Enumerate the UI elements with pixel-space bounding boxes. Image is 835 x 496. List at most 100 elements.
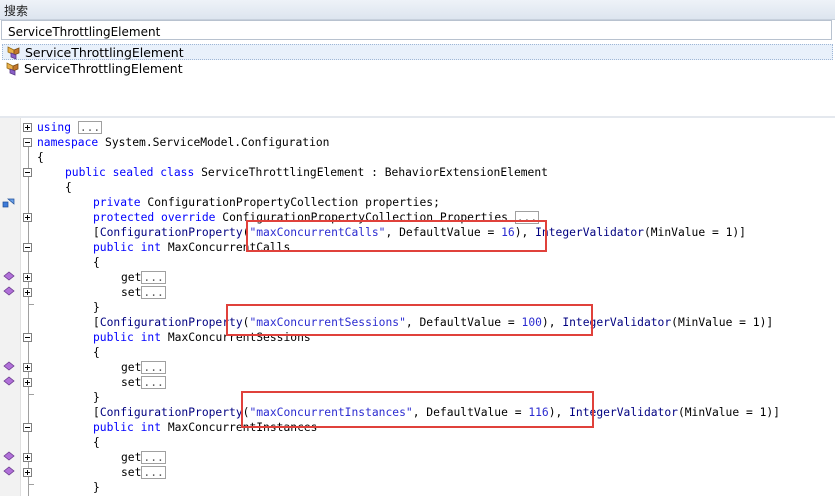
namespace-name: System.ServiceModel.Configuration <box>105 136 330 149</box>
code-line-getter: get... <box>121 450 166 465</box>
property-icon <box>3 466 15 476</box>
search-results-list: ServiceThrottlingElement ServiceThrottli… <box>0 41 835 117</box>
code-line-brace: { <box>37 151 44 164</box>
expand-icon[interactable] <box>23 213 32 222</box>
search-result-label: ServiceThrottlingElement <box>24 61 183 76</box>
code-line-getter: get... <box>121 360 166 375</box>
expand-icon[interactable] <box>23 363 32 372</box>
keyword: int <box>140 421 162 434</box>
expand-icon[interactable] <box>23 453 32 462</box>
property-icon <box>3 361 15 371</box>
property-icon <box>3 451 15 461</box>
property-icon <box>3 271 15 281</box>
outline-guide <box>28 147 30 496</box>
collapsed-region[interactable]: ... <box>141 271 166 284</box>
code-line-field: private ConfigurationPropertyCollection … <box>93 195 440 210</box>
keyword: override <box>161 211 216 224</box>
collapsed-region[interactable]: ... <box>141 286 166 299</box>
code-line-brace: } <box>93 391 100 404</box>
collapsed-region[interactable]: ... <box>141 466 166 479</box>
collapse-icon[interactable] <box>23 423 32 432</box>
collapsed-region[interactable]: ... <box>77 121 103 134</box>
highlight-box <box>246 220 547 252</box>
code-text: (MinValue = 1)] <box>677 406 780 419</box>
search-result-item[interactable]: ServiceThrottlingElement <box>2 44 833 60</box>
bracket: [ <box>93 406 100 419</box>
keyword: using <box>37 121 72 134</box>
keyword: int <box>140 241 162 254</box>
keyword: sealed <box>112 166 154 179</box>
code-line-setter: set... <box>121 465 166 480</box>
code-text: (MinValue = 1)] <box>643 226 746 239</box>
property-icon <box>3 286 15 296</box>
expand-icon[interactable] <box>23 288 32 297</box>
breakpoint-arrow-icon <box>2 198 15 208</box>
code-line-class-decl: public sealed class ServiceThrottlingEle… <box>65 165 548 180</box>
highlight-box <box>226 304 593 336</box>
code-line-using: using ... <box>37 120 103 135</box>
code-line-namespace: namespace System.ServiceModel.Configurat… <box>37 135 329 150</box>
search-result-item[interactable]: ServiceThrottlingElement <box>2 61 833 77</box>
code-line-brace: { <box>65 181 72 194</box>
accessor: get <box>121 361 142 374</box>
keyword: int <box>140 331 162 344</box>
attribute-name: ConfigurationProperty <box>99 316 243 329</box>
class-icon <box>7 46 20 60</box>
keyword: class <box>160 166 195 179</box>
keyword: public <box>93 241 134 254</box>
code-line-setter: set... <box>121 375 166 390</box>
accessor: set <box>121 466 142 479</box>
search-box[interactable] <box>1 20 832 41</box>
collapse-icon[interactable] <box>23 138 32 147</box>
collapse-icon[interactable] <box>23 333 32 342</box>
base-class-name: BehaviorExtensionElement <box>384 166 548 179</box>
editor-gutter <box>0 118 21 496</box>
code-line-brace: { <box>93 346 100 359</box>
attribute-name: ConfigurationProperty <box>99 406 243 419</box>
attribute-name: ConfigurationProperty <box>99 226 243 239</box>
type-name: ConfigurationPropertyCollection <box>147 196 359 209</box>
outline-guide <box>28 304 34 305</box>
code-line-brace: } <box>93 481 100 494</box>
accessor: set <box>121 376 142 389</box>
keyword: public <box>93 331 134 344</box>
highlight-box <box>241 391 594 428</box>
code-line-getter: get... <box>121 270 166 285</box>
search-panel-header: 搜索 <box>0 0 835 20</box>
code-line-brace: { <box>93 256 100 269</box>
search-panel-title: 搜索 <box>4 4 29 18</box>
outline-guide <box>28 484 34 485</box>
base-separator: : <box>364 166 385 179</box>
accessor: set <box>121 286 142 299</box>
collapse-icon[interactable] <box>23 168 32 177</box>
expand-icon[interactable] <box>23 468 32 477</box>
keyword: protected <box>93 211 155 224</box>
property-icon <box>3 376 15 386</box>
code-text: (MinValue = 1)] <box>671 316 774 329</box>
keyword: public <box>65 166 106 179</box>
class-name: ServiceThrottlingElement <box>201 166 365 179</box>
attribute-name: IntegerValidator <box>535 226 644 239</box>
collapsed-region[interactable]: ... <box>141 451 166 464</box>
collapsed-region[interactable]: ... <box>141 376 166 389</box>
code-line-brace: { <box>93 436 100 449</box>
bracket: [ <box>93 316 100 329</box>
expand-icon[interactable] <box>23 378 32 387</box>
expand-icon[interactable] <box>23 273 32 282</box>
code-editor[interactable]: using ... namespace System.ServiceModel.… <box>0 118 835 496</box>
search-input[interactable] <box>2 23 831 41</box>
expand-icon[interactable] <box>23 123 32 132</box>
outline-guide <box>28 394 34 395</box>
search-result-label: ServiceThrottlingElement <box>25 45 184 60</box>
class-icon <box>6 62 19 76</box>
collapsed-region[interactable]: ... <box>141 361 166 374</box>
keyword: private <box>93 196 141 209</box>
code-line-brace: } <box>93 301 100 314</box>
accessor: get <box>121 451 142 464</box>
accessor: get <box>121 271 142 284</box>
field-name: properties; <box>358 196 440 209</box>
keyword: public <box>93 421 134 434</box>
bracket: [ <box>93 226 100 239</box>
keyword: namespace <box>37 136 99 149</box>
collapse-icon[interactable] <box>23 243 32 252</box>
